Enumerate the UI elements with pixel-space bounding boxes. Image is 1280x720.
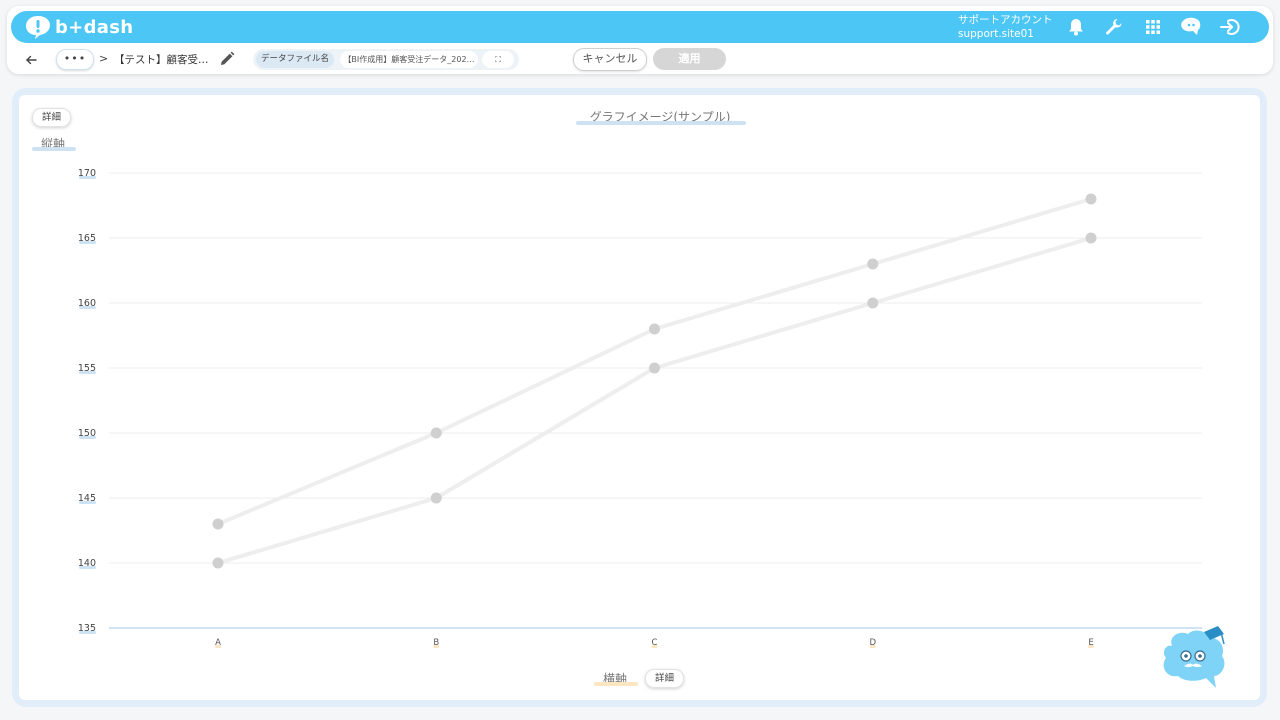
data-point [649, 323, 660, 335]
data-point [867, 297, 879, 309]
data-point [649, 362, 660, 374]
x-axis-detail-button[interactable]: 詳細 [645, 669, 685, 688]
data-point [1085, 193, 1097, 205]
y-tick-label: 145 [78, 493, 96, 504]
data-point [867, 258, 879, 270]
y-tick-label: 135 [78, 623, 96, 634]
y-tick-label: 140 [78, 558, 96, 569]
x-axis-label-underline [594, 682, 638, 686]
data-point [430, 492, 442, 504]
x-tick-label: B [433, 638, 439, 648]
x-tick-label: A [215, 638, 221, 648]
x-tick-label: D [869, 638, 876, 648]
x-tick-label: E [1088, 638, 1093, 648]
data-point [430, 427, 442, 439]
data-point [212, 557, 224, 569]
series-line-2 [216, 236, 1093, 565]
y-tick-label: 150 [78, 428, 96, 439]
line-chart: 135 140 145 150 155 160 165 170 A B C D E [78, 168, 1202, 648]
y-tick-label: 170 [78, 168, 96, 179]
y-tick-label: 155 [78, 363, 96, 374]
y-tick-label: 165 [78, 233, 96, 244]
data-point [1085, 232, 1097, 244]
y-tick-label: 160 [78, 298, 96, 309]
series-line-1 [216, 197, 1093, 526]
x-tick-label: C [652, 638, 658, 648]
mascot-icon[interactable] [1158, 624, 1230, 694]
data-point [212, 518, 224, 530]
